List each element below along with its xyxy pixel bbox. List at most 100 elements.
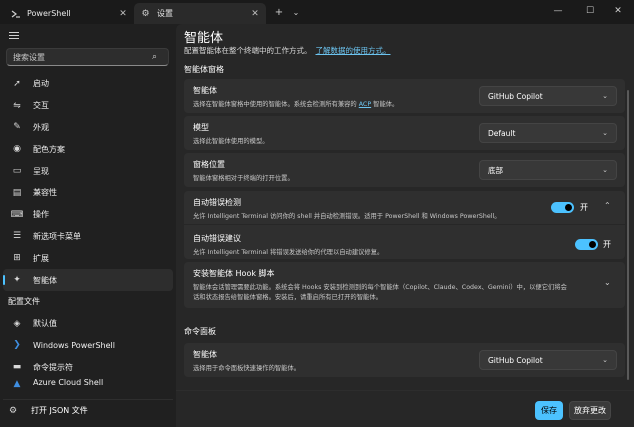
setting-subtitle: 选择此智能体使用的模型。 xyxy=(193,138,269,145)
discard-changes-button[interactable]: 放弃更改 xyxy=(569,401,611,420)
setting-subtitle: 允许 Intelligent Terminal 访问你的 shell 并自动检测… xyxy=(193,213,501,220)
new-tab-button[interactable]: + xyxy=(272,5,286,19)
setting-title: 安装智能体 Hook 脚本 xyxy=(193,269,275,278)
sidebar-item-label: 呈现 xyxy=(33,166,49,176)
tab-title: PowerShell xyxy=(27,9,71,18)
toggle-knob xyxy=(565,204,572,211)
sidebar: ⌕ ➚ 启动 ⇋ 交互 ✎ 外观 ◉ 配色方案 ▭ 呈现 ▤ 兼容性 ⌨ 操作 xyxy=(0,24,176,427)
toggle-state: 开 xyxy=(580,203,588,212)
page-title: 智能体 xyxy=(184,31,224,46)
data-usage-link[interactable]: 了解数据的使用方式。 xyxy=(316,46,391,55)
sidebar-nav: ➚ 启动 ⇋ 交互 ✎ 外观 ◉ 配色方案 ▭ 呈现 ▤ 兼容性 ⌨ 操作 ☰ xyxy=(3,73,173,390)
sidebar-item-color-schemes[interactable]: ◉ 配色方案 xyxy=(3,138,173,160)
sidebar-item-new-tab-menu[interactable]: ☰ 新选项卡菜单 xyxy=(3,226,173,248)
pane-position-dropdown[interactable]: 底部 ⌄ xyxy=(479,160,617,180)
scrollbar[interactable] xyxy=(627,90,629,380)
search-input[interactable] xyxy=(13,52,152,62)
page-description-text: 配置智能体在整个终端中的工作方式。 xyxy=(184,46,312,55)
sidebar-item-cmd[interactable]: ▬ 命令提示符 xyxy=(3,356,173,378)
setting-palette-agent: 智能体 选择用于命令面板快速操作的智能体。 GitHub Copilot ⌄ xyxy=(184,343,625,377)
setting-install-hook[interactable]: 安装智能体 Hook 脚本 智能体会话管理需要此功能。系统会将 Hooks 安装… xyxy=(184,262,625,308)
auto-suggest-toggle[interactable] xyxy=(575,239,598,250)
brush-icon: ✎ xyxy=(13,122,21,133)
sidebar-item-label: 外观 xyxy=(33,122,49,132)
setting-subtitle: 选择在智能体窗格中使用的智能体。系统会检测所有兼容的 ACP 智能体。 xyxy=(193,99,398,108)
setting-title: 自动错误建议 xyxy=(193,234,241,243)
sidebar-item-defaults[interactable]: ◈ 默认值 xyxy=(3,313,173,335)
interaction-icon: ⇋ xyxy=(13,100,21,111)
setting-subtitle: 允许 Intelligent Terminal 将错误发送给你的代理以自动建议修… xyxy=(193,249,384,256)
setting-agent: 智能体 选择在智能体窗格中使用的智能体。系统会检测所有兼容的 ACP 智能体。 … xyxy=(184,79,625,113)
chevron-down-icon[interactable]: ⌄ xyxy=(604,278,611,287)
chevron-down-icon: ⌄ xyxy=(602,129,608,137)
extensions-icon: ⊞ xyxy=(13,253,21,264)
powershell-icon: ❯ xyxy=(13,340,21,351)
hamburger-menu-icon[interactable] xyxy=(8,30,22,42)
sidebar-item-actions[interactable]: ⌨ 操作 xyxy=(3,204,173,226)
close-icon[interactable]: ✕ xyxy=(118,9,128,19)
monitor-icon: ▭ xyxy=(12,166,22,177)
palette-agent-dropdown[interactable]: GitHub Copilot ⌄ xyxy=(479,350,617,370)
sidebar-item-label: 新选项卡菜单 xyxy=(33,231,81,241)
auto-detect-toggle[interactable] xyxy=(551,202,574,213)
gear-icon: ⚙ xyxy=(141,8,150,19)
chevron-up-icon[interactable]: ⌃ xyxy=(604,201,611,210)
setting-subtitle-text: 智能体。 xyxy=(373,101,399,108)
tab-title: 设置 xyxy=(157,9,173,18)
dropdown-value: GitHub Copilot xyxy=(488,91,543,101)
search-box[interactable]: ⌕ xyxy=(6,48,169,66)
close-window-button[interactable]: ✕ xyxy=(604,3,632,19)
acp-link[interactable]: ACP xyxy=(359,101,371,108)
agent-dropdown[interactable]: GitHub Copilot ⌄ xyxy=(479,86,617,106)
maximize-button[interactable]: ☐ xyxy=(576,3,604,19)
sidebar-item-label: 智能体 xyxy=(33,275,57,285)
sidebar-item-windows-powershell[interactable]: ❯ Windows PowerShell xyxy=(3,335,173,357)
search-icon[interactable]: ⌕ xyxy=(152,52,162,62)
setting-title: 自动错误检测 xyxy=(193,198,241,207)
profiles-header: 配置文件 xyxy=(8,297,40,307)
sidebar-item-appearance[interactable]: ✎ 外观 xyxy=(3,117,173,139)
section-header-agent-pane: 智能体窗格 xyxy=(184,65,224,74)
sidebar-item-label: Windows PowerShell xyxy=(33,340,115,350)
sidebar-item-label: 交互 xyxy=(33,101,49,111)
toggle-state: 开 xyxy=(603,240,611,249)
chevron-down-icon: ⌄ xyxy=(602,356,608,364)
sidebar-item-label: Azure Cloud Shell xyxy=(33,378,104,388)
tab-settings[interactable]: ⚙ 设置 ✕ xyxy=(134,3,266,24)
chevron-down-icon[interactable]: ⌄ xyxy=(289,5,303,19)
gear-icon: ⚙ xyxy=(9,405,18,416)
open-json-button[interactable]: ⚙ 打开 JSON 文件 xyxy=(3,399,173,421)
toggle-knob xyxy=(589,241,596,248)
close-icon[interactable]: ✕ xyxy=(250,9,260,19)
setting-pane-position: 窗格位置 智能体窗格相对于终端的打开位置。 底部 ⌄ xyxy=(184,153,625,187)
chevron-down-icon: ⌄ xyxy=(602,92,608,100)
sidebar-item-agents[interactable]: ✦ 智能体 xyxy=(3,269,173,291)
dropdown-value: Default xyxy=(488,128,516,138)
layers-icon: ◈ xyxy=(13,318,21,329)
sidebar-item-label: 兼容性 xyxy=(33,188,57,198)
setting-title: 窗格位置 xyxy=(193,160,225,169)
divider xyxy=(184,224,625,225)
sidebar-item-label: 默认值 xyxy=(33,319,57,329)
setting-title: 模型 xyxy=(193,123,209,132)
minimize-button[interactable]: — xyxy=(544,3,572,19)
sidebar-item-rendering[interactable]: ▭ 呈现 xyxy=(3,160,173,182)
sidebar-item-compatibility[interactable]: ▤ 兼容性 xyxy=(3,182,173,204)
chevron-down-icon: ⌄ xyxy=(602,166,608,174)
palette-icon: ◉ xyxy=(13,144,21,155)
sparkle-icon: ✦ xyxy=(13,275,21,286)
setting-auto-error-detection: 自动错误检测 允许 Intelligent Terminal 访问你的 shel… xyxy=(184,191,625,259)
sidebar-item-extensions[interactable]: ⊞ 扩展 xyxy=(3,247,173,269)
setting-subtitle-text: 选择在智能体窗格中使用的智能体。系统会检测所有兼容的 xyxy=(193,101,357,108)
setting-title: 智能体 xyxy=(193,350,217,359)
sidebar-item-azure[interactable]: ▲ Azure Cloud Shell xyxy=(3,378,173,390)
page-description: 配置智能体在整个终端中的工作方式。 了解数据的使用方式。 xyxy=(184,45,391,56)
sidebar-item-startup[interactable]: ➚ 启动 xyxy=(3,73,173,95)
model-dropdown[interactable]: Default ⌄ xyxy=(479,123,617,143)
save-button[interactable]: 保存 xyxy=(535,401,563,420)
sidebar-item-interaction[interactable]: ⇋ 交互 xyxy=(3,95,173,117)
keyboard-icon: ⌨ xyxy=(10,209,24,220)
tab-powershell[interactable]: PowerShell ✕ xyxy=(4,3,134,24)
tab-bar: PowerShell ✕ ⚙ 设置 ✕ + ⌄ — ☐ ✕ xyxy=(0,0,634,24)
sidebar-item-label: 启动 xyxy=(33,79,49,89)
